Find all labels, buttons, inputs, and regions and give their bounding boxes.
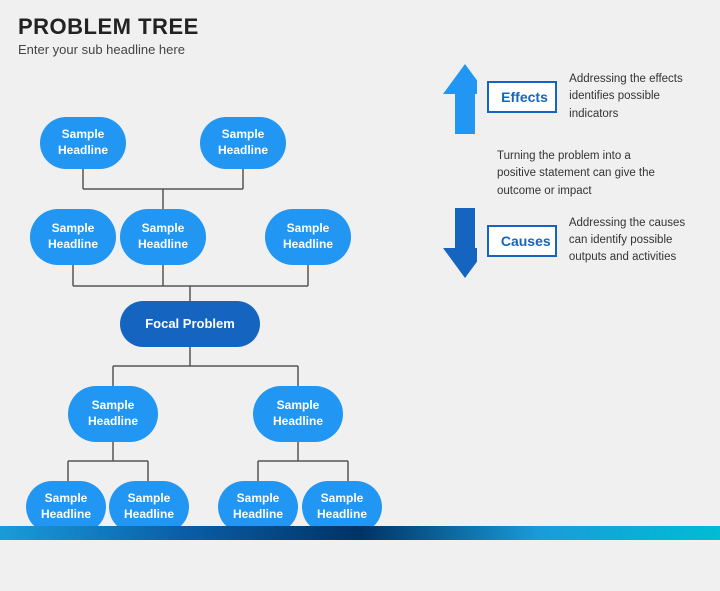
bottom-bar bbox=[0, 526, 720, 540]
node-mid-left: Sample Headline bbox=[30, 209, 116, 265]
node-cause-left: Sample Headline bbox=[68, 386, 158, 442]
tree-diagram: Sample Headline Sample Headline Sample H… bbox=[18, 71, 433, 531]
node-top-right: Sample Headline bbox=[200, 117, 286, 169]
node-cause-right: Sample Headline bbox=[253, 386, 343, 442]
node-mid-right: Sample Headline bbox=[265, 209, 351, 265]
node-mid-center: Sample Headline bbox=[120, 209, 206, 265]
node-top-left: Sample Headline bbox=[40, 117, 126, 169]
page-title: PROBLEM TREE bbox=[18, 14, 433, 40]
page-subtitle: Enter your sub headline here bbox=[18, 42, 433, 57]
effects-label: Effects bbox=[487, 81, 557, 113]
effects-desc: Addressing the effects identifies possib… bbox=[569, 71, 702, 123]
middle-description: Turning the problem into a positive stat… bbox=[443, 140, 663, 208]
arrow-down-icon bbox=[443, 208, 477, 278]
right-panel: Effects Addressing the effects identifie… bbox=[443, 14, 702, 531]
arrow-up-icon bbox=[443, 64, 477, 134]
causes-label: Causes bbox=[487, 225, 557, 257]
causes-desc: Addressing the causes can identify possi… bbox=[569, 215, 702, 267]
node-focal-problem: Focal Problem bbox=[120, 301, 260, 347]
